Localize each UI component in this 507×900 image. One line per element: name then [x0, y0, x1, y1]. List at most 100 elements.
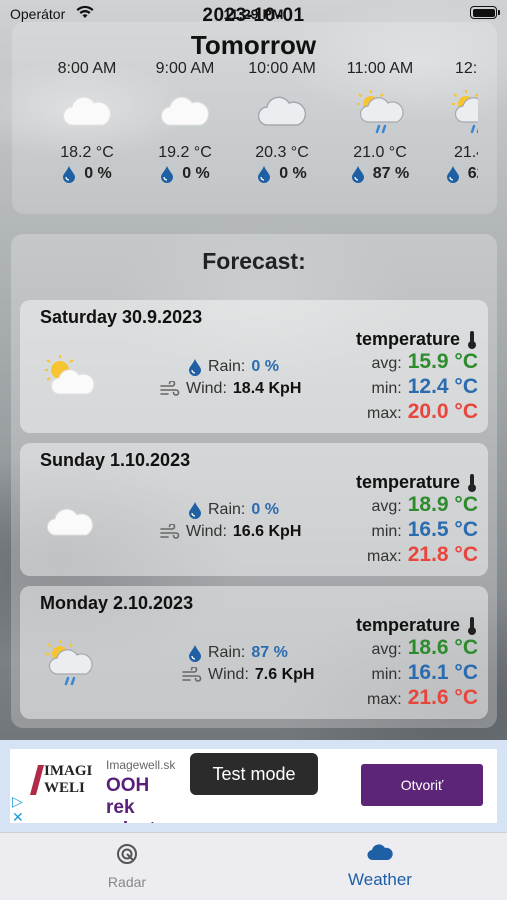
temp-avg-row: avg: 18.9 °C [318, 493, 478, 518]
rain-row: Rain: 0 % [188, 358, 279, 376]
temp-avg-row: avg: 15.9 °C [318, 350, 478, 375]
water-drop-icon [189, 645, 201, 662]
rain-value: 87 % [251, 644, 288, 661]
forecast-date: 2023-10-01 [202, 5, 305, 26]
temperature-block: temperature avg: 18.6 °C min: 16.1 °C max:… [318, 615, 478, 711]
hour-item: 10:00 AM 20.3 °C 0 % [233, 60, 331, 183]
wind-value: 7.6 KpH [254, 666, 315, 683]
page-title: Tomorrow [190, 30, 317, 60]
wind-row: Wind: 7.6 KpH [182, 666, 314, 684]
hour-time: 11:00 AM [346, 60, 414, 77]
min-label: min: [371, 523, 402, 540]
water-drop-icon [189, 359, 201, 376]
cloud-icon [47, 508, 93, 536]
hour-temp: 21.0 °C [353, 144, 407, 161]
ad-choices-icon[interactable]: ▷ ✕ [12, 793, 24, 823]
temperature-block: temperature avg: 15.9 °C min: 12.4 °C max:… [318, 329, 478, 425]
wind-icon [160, 524, 180, 539]
temperature-heading: temperature [318, 329, 478, 350]
min-value: 16.1 °C [407, 661, 478, 684]
temp-max-row: max: 20.0 °C [318, 400, 478, 425]
hour-time: 9:00 AM [155, 60, 215, 77]
min-value: 16.5 °C [407, 518, 478, 541]
wind-row: Wind: 18.4 KpH [160, 380, 301, 398]
hour-item: 11:00 AM 21.0 °C 87 % [331, 60, 429, 183]
temp-min-row: min: 12.4 °C [318, 375, 478, 400]
tab-radar-label: Radar [107, 874, 147, 890]
rain-value: 0 % [251, 358, 279, 375]
hour-rain: 0 % [38, 165, 136, 183]
ad-open-button[interactable]: Otvoriť [361, 764, 483, 806]
hour-item: 8:00 AM 18.2 °C 0 % [38, 60, 136, 183]
water-drop-icon [189, 502, 201, 519]
hour-time: 12:00 [454, 60, 478, 77]
cloud-icon [136, 82, 234, 142]
max-value: 21.6 °C [407, 686, 478, 709]
hour-rain-value: 0 % [84, 165, 112, 182]
radar-icon [117, 844, 137, 864]
max-value: 21.8 °C [407, 543, 478, 566]
temperature-label: temperature [355, 472, 460, 492]
temp-min-row: min: 16.5 °C [318, 518, 478, 543]
avg-label: avg: [371, 355, 402, 372]
hour-rain: 62 % [426, 165, 478, 183]
max-label: max: [367, 548, 402, 565]
hour-rain-value: 62 % [467, 165, 478, 182]
day-name: Monday 2.10.2023 [40, 593, 194, 613]
forecast-day-card[interactable]: Saturday 30.9.2023 Rain: 0 % Wind: 18.4 … [20, 300, 488, 433]
water-drop-icon [351, 166, 364, 183]
hour-rain: 0 % [233, 165, 331, 183]
temp-max-row: max: 21.6 °C [318, 686, 478, 711]
wind-row: Wind: 16.6 KpH [160, 523, 301, 541]
rain-row: Rain: 87 % [188, 644, 288, 662]
tab-weather[interactable]: Weather [320, 843, 440, 890]
hour-rain-value: 0 % [182, 165, 210, 182]
temperature-label: temperature [355, 329, 460, 349]
hour-temp: 19.2 °C [158, 144, 212, 161]
ad-logo: IMAGI WELI [29, 763, 96, 799]
wind-icon [160, 381, 180, 396]
ad-domain: Imagewell.sk [106, 758, 176, 772]
min-label: min: [371, 666, 402, 683]
hour-rain: 0 % [136, 165, 234, 183]
forecast-day-card[interactable]: Sunday 1.10.2023 Rain: 0 % Wind: 16.6 Kp… [20, 443, 488, 576]
min-value: 12.4 °C [407, 375, 478, 398]
hour-temp: 21.4 ° [454, 144, 478, 161]
max-label: max: [367, 405, 402, 422]
test-mode-label: Test mode [190, 753, 318, 795]
water-drop-icon [63, 166, 76, 183]
sun-cloud-rain-icon [46, 640, 93, 686]
avg-value: 15.9 °C [407, 350, 478, 373]
temperature-block: temperature avg: 18.9 °C min: 16.5 °C max:… [318, 472, 478, 568]
forecast-panel: Forecast: Saturday 30.9.2023 Rain: 0 % W… [11, 234, 497, 728]
hour-time: 8:00 AM [57, 60, 117, 77]
temperature-heading: temperature [318, 615, 478, 636]
tab-weather-label: Weather [348, 870, 412, 889]
temperature-label: temperature [355, 615, 460, 635]
tab-radar[interactable]: Radar [67, 843, 187, 890]
hour-item: 12:00 21.4 ° 62 % [426, 60, 478, 183]
hour-temp: 18.2 °C [60, 144, 114, 161]
temperature-heading: temperature [318, 472, 478, 493]
tab-bar: Radar Weather [0, 832, 507, 900]
hour-item: 9:00 AM 19.2 °C 0 % [136, 60, 234, 183]
hour-rain-value: 0 % [279, 165, 307, 182]
min-label: min: [371, 380, 402, 397]
max-label: max: [367, 691, 402, 708]
cloud-icon [38, 82, 136, 142]
max-value: 20.0 °C [407, 400, 478, 423]
rain-value: 0 % [251, 501, 279, 518]
hourly-strip[interactable]: 8:00 AM 18.2 °C 0 % 9:00 AM 19.2 °C 0 % … [12, 60, 478, 210]
wind-icon [182, 667, 202, 682]
water-drop-icon [446, 166, 459, 183]
avg-label: avg: [371, 498, 402, 515]
ad-logo-mark [29, 765, 45, 795]
day-name: Saturday 30.9.2023 [40, 307, 203, 327]
forecast-day-card[interactable]: Monday 2.10.2023 Rain: 87 % Wind: 7.6 Kp… [20, 586, 488, 719]
temp-max-row: max: 21.8 °C [318, 543, 478, 568]
thermometer-icon [468, 473, 476, 492]
sun-cloud-rain-icon [331, 82, 429, 142]
hour-rain-value: 87 % [372, 165, 410, 182]
sun-cloud-rain-icon [426, 82, 478, 142]
rain-label: Rain: [208, 501, 246, 518]
